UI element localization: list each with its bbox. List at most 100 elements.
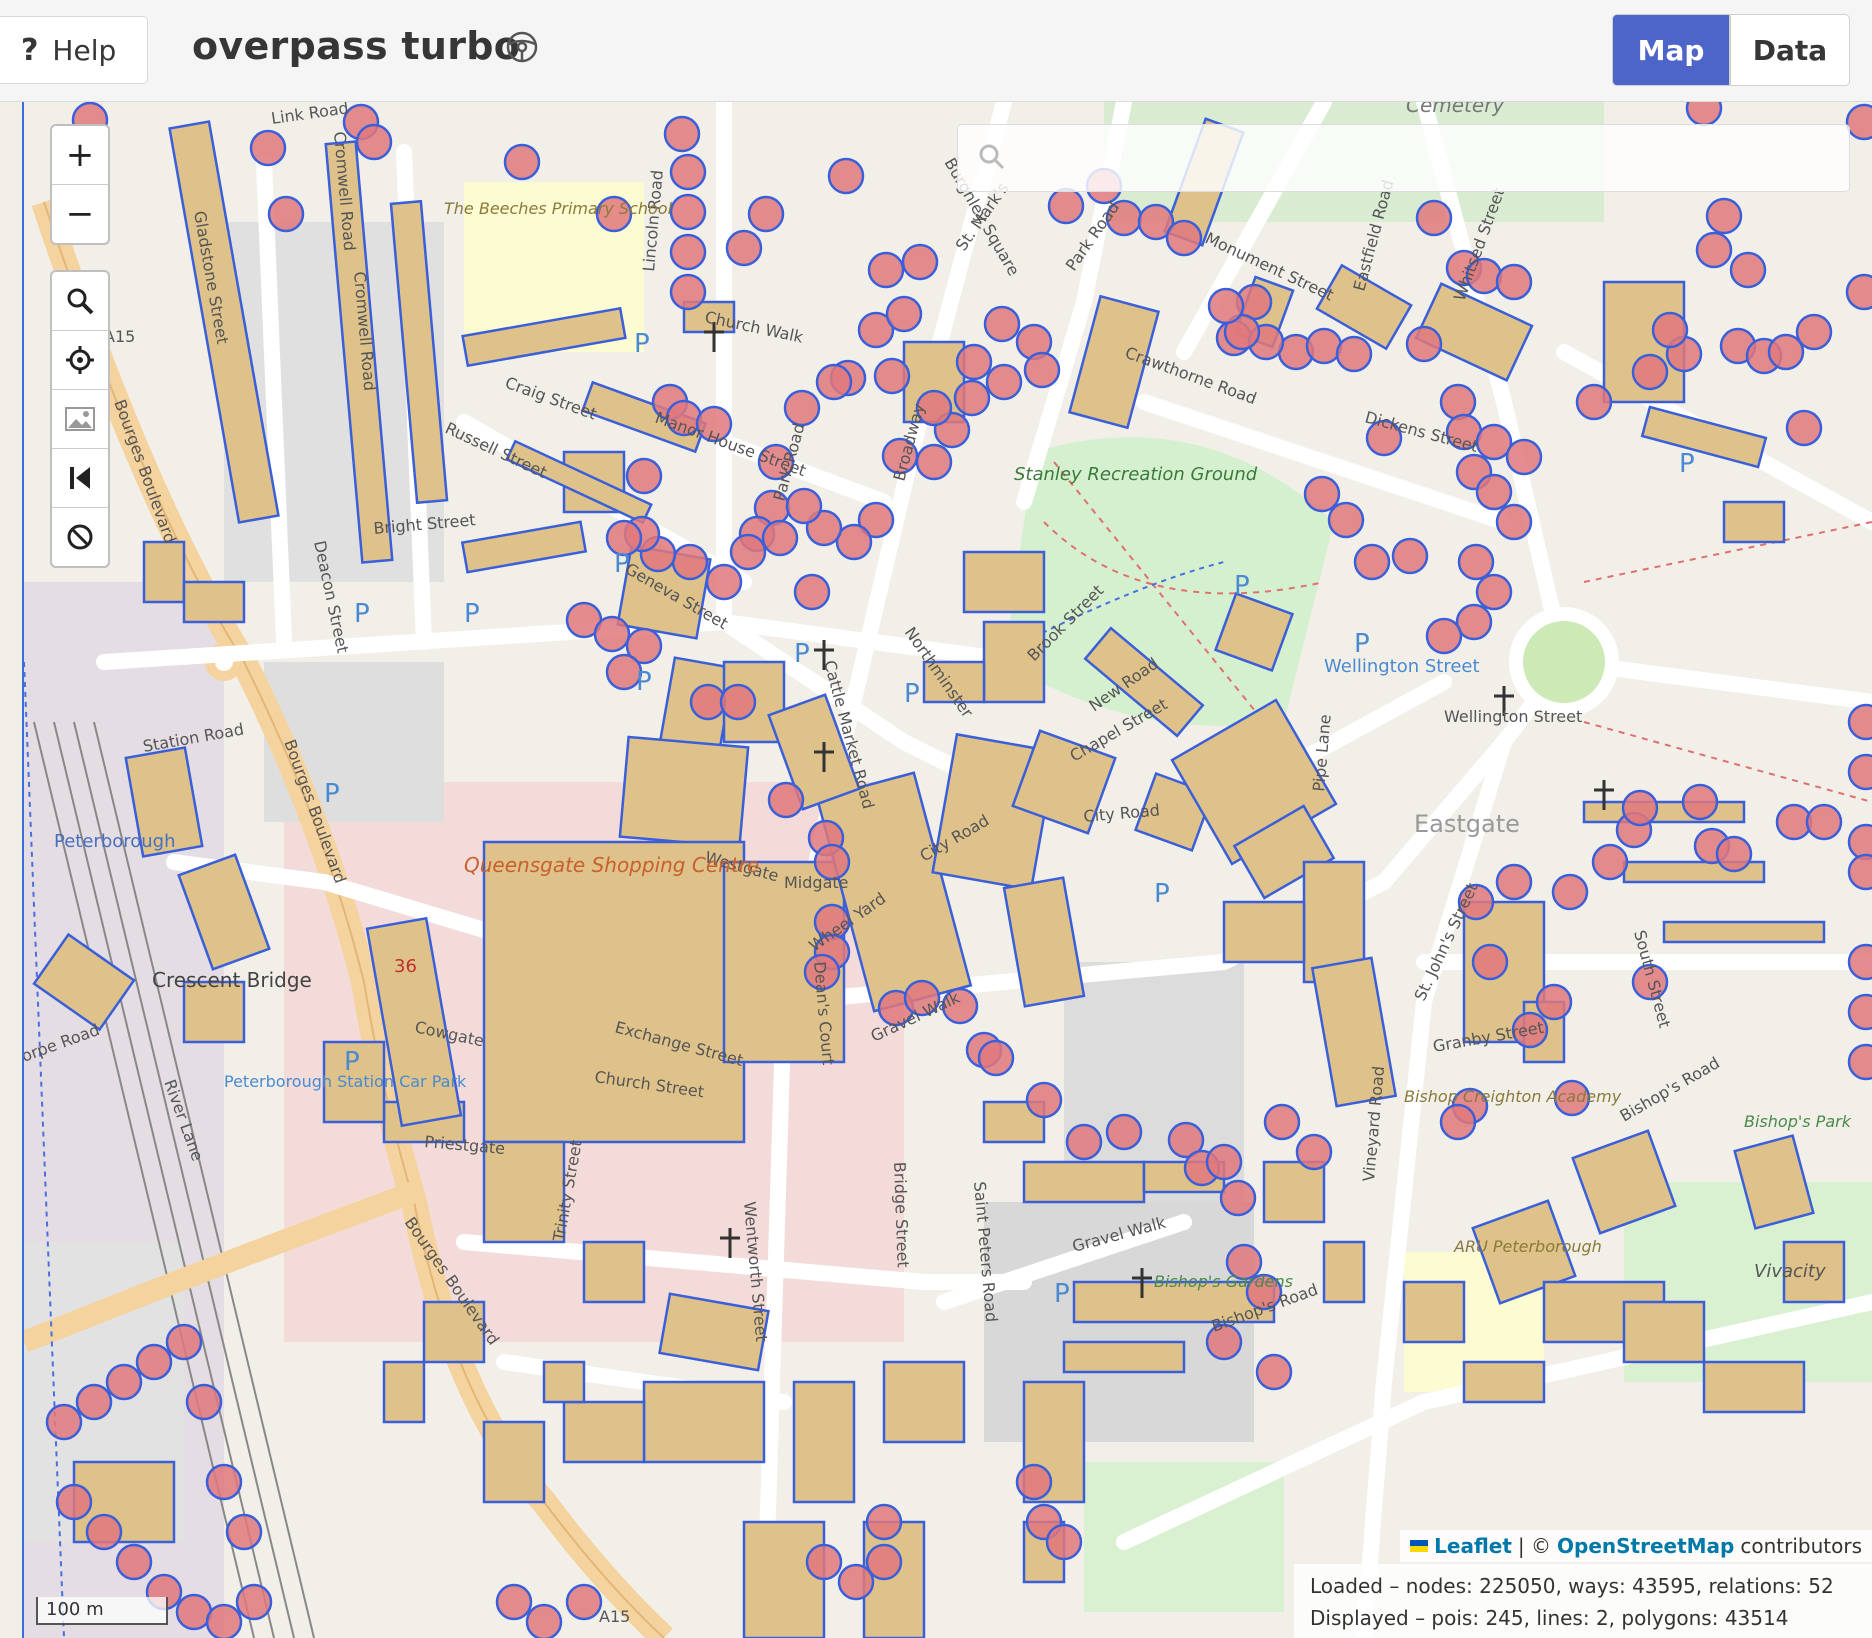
poi-marker: [873, 357, 911, 395]
poi-marker: [1165, 219, 1203, 257]
poi-marker: [495, 1583, 533, 1621]
poi-marker: [705, 563, 743, 601]
poi-marker: [1015, 1463, 1053, 1501]
poi-marker: [669, 233, 707, 271]
poi-marker: [815, 363, 853, 401]
poi-marker: [1023, 351, 1061, 389]
building: [1640, 405, 1768, 469]
poi-marker: [249, 129, 287, 167]
building: [482, 840, 746, 1144]
building: [482, 1420, 546, 1504]
poi-marker: [235, 1583, 273, 1621]
poi-marker: [663, 115, 701, 153]
map-label-bishops-gardens: Bishop's Gardens: [1154, 1272, 1293, 1291]
parking-icon: P: [614, 549, 630, 579]
parking-icon: P: [464, 599, 480, 629]
map-label-bishops-road: Bishop's Road: [1617, 1053, 1723, 1125]
poi-marker: [867, 251, 905, 289]
poi-marker: [1847, 703, 1872, 741]
poi-marker: [729, 533, 767, 571]
zoom-out-button[interactable]: −: [52, 185, 108, 243]
poi-marker: [1551, 873, 1589, 911]
poi-marker: [669, 153, 707, 191]
map-tiles: Cemetery Link Road Cromwell Road Cromwel…: [24, 102, 1872, 1638]
poi-marker: [105, 1363, 143, 1401]
skip-back-icon: [70, 467, 90, 489]
locate-icon: [66, 346, 94, 374]
poi-marker: [1715, 835, 1753, 873]
poi-marker: [1045, 1523, 1083, 1561]
data-view-button[interactable]: Data: [1730, 14, 1850, 86]
attribution-suffix: contributors: [1740, 1534, 1862, 1558]
image-icon: [65, 407, 95, 431]
help-button[interactable]: ? Help: [0, 16, 148, 84]
poi-marker: [1425, 617, 1463, 655]
export-image-button[interactable]: [52, 390, 108, 449]
poi-marker: [45, 1403, 83, 1441]
poi-marker: [955, 343, 993, 381]
building: [962, 550, 1046, 614]
poi-marker: [1729, 251, 1767, 289]
roundabout-east: [1509, 607, 1619, 717]
poi-marker: [747, 195, 785, 233]
poi-marker: [865, 1503, 903, 1541]
attribution-separator: | ©: [1517, 1534, 1552, 1558]
map-label-pipe-lane: Pipe Lane: [1309, 713, 1335, 792]
rewind-button[interactable]: [52, 449, 108, 508]
osm-link[interactable]: OpenStreetMap: [1557, 1534, 1734, 1558]
poi-marker: [1065, 1123, 1103, 1161]
map-search: [957, 124, 1850, 192]
building: [1402, 1280, 1466, 1344]
zoom-to-data-button[interactable]: [52, 272, 108, 331]
parking-icon: P: [634, 329, 650, 359]
poi-marker: [1695, 231, 1733, 269]
parking-icon: P: [904, 679, 920, 709]
clear-data-button[interactable]: [52, 508, 108, 566]
map-label-stanley: Stanley Recreation Ground: [1014, 464, 1258, 485]
poi-marker: [205, 1463, 243, 1501]
poi-marker: [1439, 1103, 1477, 1141]
map-label-bridge-street: Bridge Street: [890, 1161, 913, 1267]
search-icon: [67, 288, 94, 315]
parking-icon: P: [1234, 571, 1250, 601]
poi-marker: [55, 1483, 93, 1521]
poi-marker: [669, 193, 707, 231]
parking-icon: P: [636, 667, 652, 697]
poi-marker: [1391, 537, 1429, 575]
poi-marker: [503, 143, 541, 181]
map-view-button[interactable]: Map: [1612, 14, 1730, 86]
poi-marker: [767, 781, 805, 819]
parking-icon: P: [794, 639, 810, 669]
steering-wheel-icon: [506, 31, 538, 63]
building: [1722, 500, 1786, 544]
poi-marker: [725, 229, 763, 267]
help-label: Help: [52, 33, 117, 67]
poi-marker: [1303, 475, 1341, 513]
poi-marker: [1495, 503, 1533, 541]
map-canvas[interactable]: Cemetery Link Road Cromwell Road Cromwel…: [24, 102, 1872, 1638]
poi-marker: [1475, 573, 1513, 611]
poi-marker: [1475, 423, 1513, 461]
leaflet-link[interactable]: Leaflet: [1434, 1534, 1512, 1558]
search-input[interactable]: [1020, 135, 1834, 183]
parking-icon: P: [344, 1047, 360, 1077]
building: [1222, 900, 1306, 964]
poi-marker: [827, 157, 865, 195]
parking-icon: P: [354, 599, 370, 629]
building: [460, 520, 588, 574]
poi-marker: [1621, 789, 1659, 827]
poi-marker: [1495, 263, 1533, 301]
building: [182, 580, 246, 624]
poi-marker: [901, 243, 939, 281]
poi-marker: [1405, 325, 1443, 363]
poi-marker: [1255, 1353, 1293, 1391]
poi-marker: [1207, 287, 1245, 325]
poi-marker: [135, 1343, 173, 1381]
poi-marker: [1205, 1143, 1243, 1181]
locate-button[interactable]: [52, 331, 108, 390]
poi-marker: [355, 123, 393, 161]
map-label-queensgate: Queensgate Shopping Centre: [464, 853, 759, 877]
zoom-in-button[interactable]: +: [52, 126, 108, 185]
poi-marker: [1475, 473, 1513, 511]
building: [1462, 1360, 1546, 1404]
